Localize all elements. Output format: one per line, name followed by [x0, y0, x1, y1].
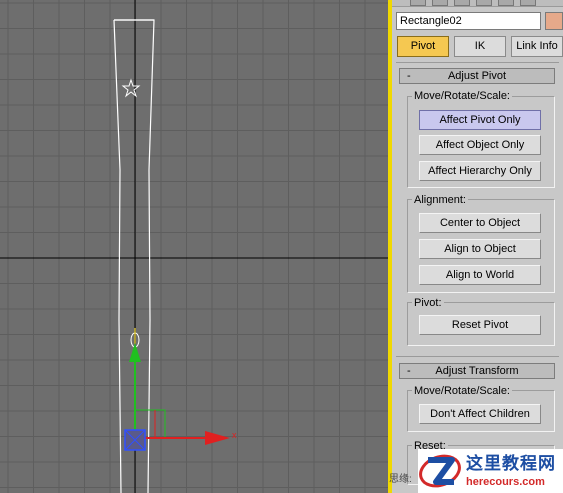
viewport-canvas[interactable]: x: [0, 0, 388, 493]
site-url: herecours.com: [466, 476, 545, 488]
tab-pivot[interactable]: Pivot: [397, 36, 449, 57]
hierarchy-tab-icon[interactable]: [454, 0, 470, 6]
align-to-world-button[interactable]: Align to World: [419, 265, 541, 285]
object-name-field[interactable]: Rectangle02: [396, 12, 541, 30]
pivot-label: Pivot:: [412, 297, 444, 309]
adjust-transform-rollout-header[interactable]: - Adjust Transform: [399, 363, 555, 379]
transform-gizmo[interactable]: x: [124, 343, 237, 451]
site-name: 这里教程网: [466, 454, 556, 473]
panel-separator: [396, 356, 559, 357]
reset-pivot-button[interactable]: Reset Pivot: [419, 315, 541, 335]
gizmo-x-arrowhead[interactable]: [205, 431, 230, 445]
center-to-object-button[interactable]: Center to Object: [419, 213, 541, 233]
alignment-label: Alignment:: [412, 194, 468, 206]
gizmo-x-label: x: [232, 430, 237, 440]
tab-ik[interactable]: IK: [454, 36, 506, 57]
watermark-side-text: 思缘:: [389, 474, 412, 485]
object-color-swatch[interactable]: [545, 12, 563, 30]
modify-tab-icon[interactable]: [432, 0, 448, 6]
create-tab-icon[interactable]: [410, 0, 426, 6]
affect-pivot-only-button[interactable]: Affect Pivot Only: [419, 110, 541, 130]
align-to-object-button[interactable]: Align to Object: [419, 239, 541, 259]
affect-hierarchy-only-button[interactable]: Affect Hierarchy Only: [419, 161, 541, 181]
adjust-pivot-rollout-header[interactable]: - Adjust Pivot: [399, 68, 555, 84]
display-tab-icon[interactable]: [498, 0, 514, 6]
rollout-title: Adjust Transform: [435, 365, 519, 377]
viewport-grid: [0, 0, 388, 493]
tab-link-info[interactable]: Link Info: [511, 36, 563, 57]
gizmo-y-arrowhead[interactable]: [129, 343, 141, 362]
panel-separator: [396, 62, 559, 63]
site-watermark-logo: 这里教程网 herecours.com: [418, 449, 563, 493]
command-panel-tab-strip: [392, 0, 563, 7]
utilities-tab-icon[interactable]: [520, 0, 536, 6]
dont-affect-children-button[interactable]: Don't Affect Children: [419, 404, 541, 424]
command-panel: Rectangle02 Pivot IK Link Info - Adjust …: [392, 0, 563, 493]
vertex-star-marker: [121, 78, 141, 98]
perspective-viewport[interactable]: x: [0, 0, 388, 493]
transform-move-rotate-scale-label: Move/Rotate/Scale:: [412, 385, 512, 397]
move-rotate-scale-label: Move/Rotate/Scale:: [412, 90, 512, 102]
affect-object-only-button[interactable]: Affect Object Only: [419, 135, 541, 155]
motion-tab-icon[interactable]: [476, 0, 492, 6]
site-logo-icon: [419, 454, 461, 488]
rollout-title: Adjust Pivot: [447, 70, 507, 82]
